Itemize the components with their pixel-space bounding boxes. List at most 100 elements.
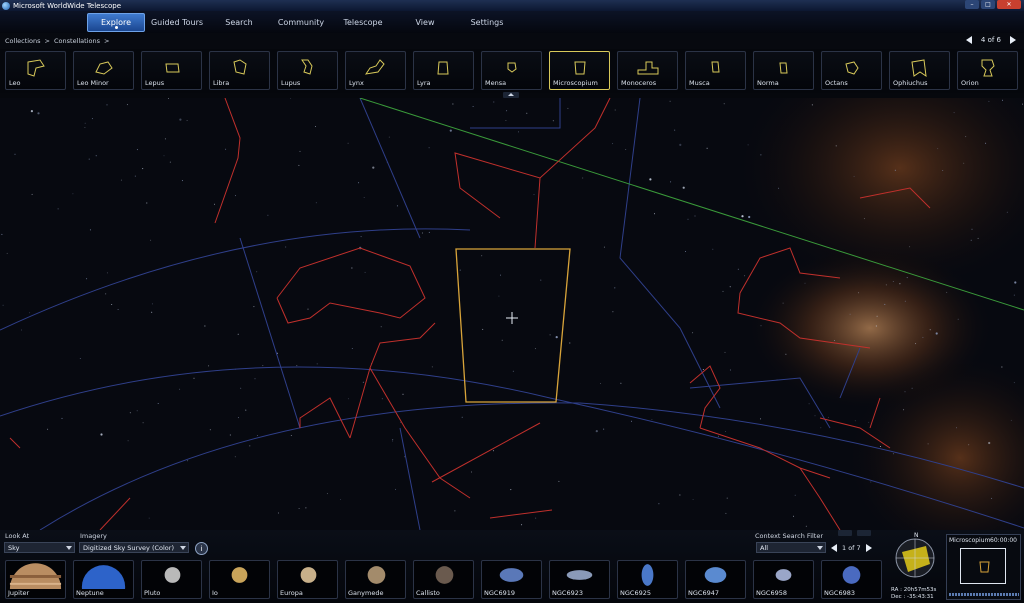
star [927, 443, 929, 445]
star [89, 229, 91, 231]
compass-widget[interactable]: N RA : 20h57m53s Dec : -35:43:31 [888, 530, 943, 603]
zoom-scale[interactable] [949, 593, 1019, 596]
object-thumb-ngc6925[interactable]: NGC6925 [617, 560, 678, 599]
object-thumb-callisto[interactable]: Callisto [413, 560, 474, 599]
object-thumb-ngc6947[interactable]: NGC6947 [685, 560, 746, 599]
star [351, 267, 353, 269]
object-image [81, 565, 126, 589]
look-at-dropdown[interactable]: Sky [4, 542, 75, 553]
star [240, 387, 242, 389]
star [126, 104, 128, 106]
star [392, 439, 394, 441]
star [957, 318, 959, 320]
star [316, 363, 318, 365]
object-thumb-neptune[interactable]: Neptune [73, 560, 134, 599]
star [911, 387, 913, 389]
star [567, 107, 569, 109]
menu-settings[interactable]: Settings [457, 13, 517, 32]
close-button[interactable]: ✕ [997, 0, 1021, 9]
star [127, 440, 129, 442]
star [970, 239, 972, 241]
star [493, 450, 494, 452]
imagery-dropdown[interactable]: Digitized Sky Survey (Color) [79, 542, 189, 553]
menu-community[interactable]: Community [271, 13, 331, 32]
constellation-label: Lyra [417, 79, 431, 87]
breadcrumb-constellations[interactable]: Constellations [54, 37, 100, 45]
constellation-card-ophiuchus[interactable]: Ophiuchus [889, 51, 950, 90]
constellation-card-microscopium[interactable]: Microscopium [549, 51, 610, 90]
constellation-label: Leo [9, 79, 21, 87]
star [725, 431, 727, 432]
star [518, 131, 519, 133]
star [794, 494, 796, 496]
object-thumb-io[interactable]: Io [209, 560, 270, 599]
chevron-down-icon [817, 546, 823, 550]
star [1001, 366, 1003, 368]
constellation-card-lynx[interactable]: Lynx [345, 51, 406, 90]
menu-explore[interactable]: Explore [87, 12, 145, 32]
star [1002, 99, 1003, 101]
previous-page-icon[interactable] [831, 544, 837, 552]
constellation-card-lupus[interactable]: Lupus [277, 51, 338, 90]
next-page-icon[interactable] [865, 544, 872, 552]
breadcrumb-collections[interactable]: Collections [5, 37, 41, 45]
star [649, 178, 652, 181]
next-page-icon[interactable] [1010, 36, 1016, 44]
object-thumb-jupiter[interactable]: Jupiter [5, 560, 66, 599]
star [552, 120, 554, 122]
constellation-card-mensa[interactable]: Mensa [481, 51, 542, 90]
sky-view[interactable] [0, 98, 1024, 530]
object-label: Callisto [416, 589, 440, 597]
object-thumb-europa[interactable]: Europa [277, 560, 338, 599]
menu-view[interactable]: View [395, 13, 455, 32]
star [909, 246, 911, 248]
constellation-card-lyra[interactable]: Lyra [413, 51, 474, 90]
object-thumb-ngc6919[interactable]: NGC6919 [481, 560, 542, 599]
star [249, 445, 251, 447]
star [892, 453, 894, 455]
menu-search[interactable]: Search [209, 13, 269, 32]
star [84, 122, 86, 124]
maximize-button[interactable]: □ [981, 0, 995, 9]
object-thumb-ngc6958[interactable]: NGC6958 [753, 560, 814, 599]
scroll-up-button[interactable] [838, 530, 852, 536]
star [658, 503, 660, 505]
constellation-card-norma[interactable]: Norma [753, 51, 814, 90]
constellation-card-monoceros[interactable]: Monoceros [617, 51, 678, 90]
constellation-card-libra[interactable]: Libra [209, 51, 270, 90]
star [340, 499, 341, 500]
object-thumb-ganymede[interactable]: Ganymede [345, 560, 406, 599]
constellation-label: Libra [213, 79, 230, 87]
star [193, 377, 195, 379]
star [904, 300, 906, 302]
object-thumb-ngc6983[interactable]: NGC6983 [821, 560, 882, 599]
object-thumb-ngc6923[interactable]: NGC6923 [549, 560, 610, 599]
constellation-card-leo-minor[interactable]: Leo Minor [73, 51, 134, 90]
object-label: NGC6947 [688, 589, 719, 597]
menu-telescope[interactable]: Telescope [333, 13, 393, 32]
constellation-card-leo[interactable]: Leo [5, 51, 66, 90]
star [481, 255, 483, 257]
scroll-down-button[interactable] [857, 530, 871, 536]
star [760, 325, 762, 327]
constellation-card-musca[interactable]: Musca [685, 51, 746, 90]
overview-map[interactable]: Microscopium 60:00:00 [946, 534, 1021, 600]
context-filter-dropdown[interactable]: All [756, 542, 826, 553]
star [120, 179, 122, 181]
star [963, 162, 965, 164]
star [290, 435, 292, 436]
window-title: Microsoft WorldWide Telescope [13, 1, 122, 10]
breadcrumb: Collections > Constellations > [0, 33, 1024, 49]
menu-guided-tours[interactable]: Guided Tours [147, 13, 207, 32]
constellation-card-octans[interactable]: Octans [821, 51, 882, 90]
object-thumb-pluto[interactable]: Pluto [141, 560, 202, 599]
star [237, 333, 239, 335]
info-icon[interactable]: i [195, 542, 208, 555]
previous-page-icon[interactable] [965, 36, 972, 44]
star [853, 175, 855, 177]
constellation-card-lepus[interactable]: Lepus [141, 51, 202, 90]
field-of-view: 60:00:00 [990, 537, 1017, 544]
minimize-button[interactable]: – [965, 0, 979, 9]
constellation-card-orion[interactable]: Orion [957, 51, 1018, 90]
star [296, 365, 298, 367]
